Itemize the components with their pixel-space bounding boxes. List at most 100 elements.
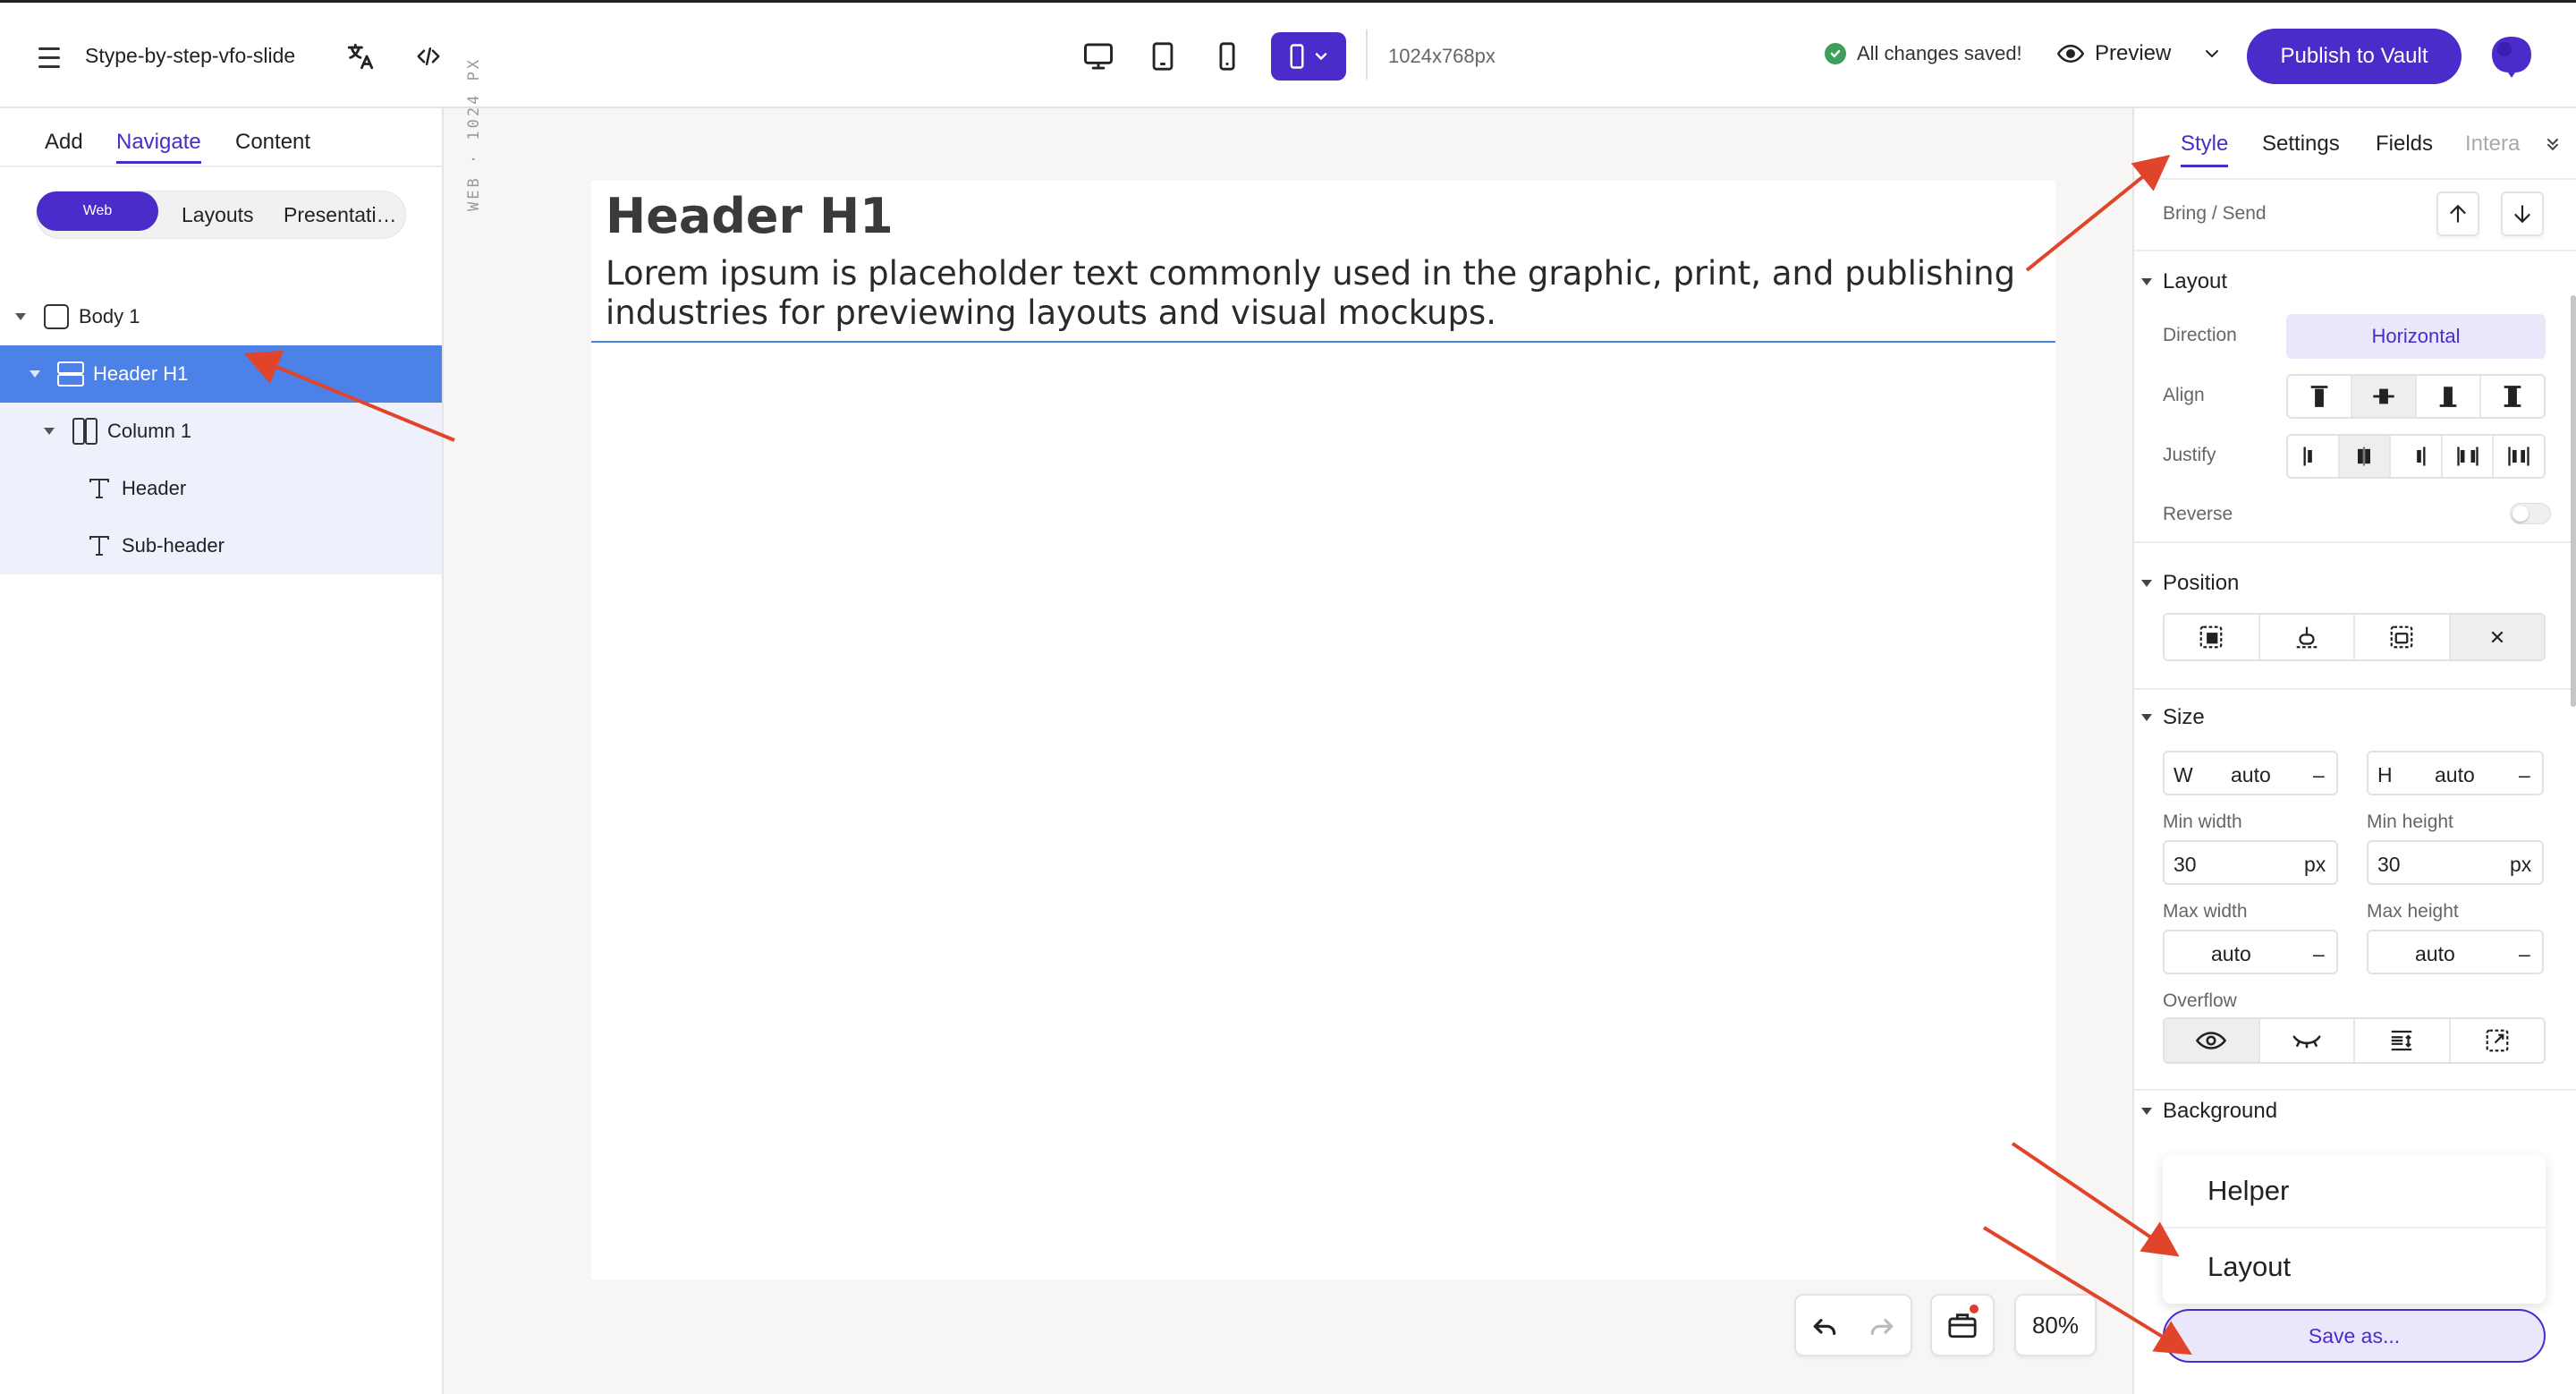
min-width-field[interactable]: 30 px: [2163, 840, 2338, 885]
max-height-unit-dropdown[interactable]: –: [2519, 942, 2530, 966]
translate-icon[interactable]: [340, 36, 381, 77]
send-backward-button[interactable]: [2501, 191, 2544, 236]
caret-down-icon[interactable]: [30, 370, 40, 378]
tree-item-header[interactable]: Header: [0, 460, 442, 517]
max-width-unit-dropdown[interactable]: –: [2313, 942, 2325, 966]
position-relative-icon[interactable]: [2260, 615, 2355, 659]
tree-item-body[interactable]: Body 1: [0, 288, 442, 345]
artboard-size-label: WEB · 1024 PX: [465, 56, 483, 211]
overflow-buttons: [2163, 1017, 2546, 1064]
layout-section-header[interactable]: Layout: [2163, 269, 2227, 294]
align-stretch-icon[interactable]: [2481, 376, 2544, 417]
justify-around-icon[interactable]: [2494, 436, 2544, 477]
align-top-icon[interactable]: [2288, 376, 2352, 417]
zoom-control[interactable]: 80%: [2014, 1294, 2097, 1356]
width-unit-dropdown[interactable]: –: [2313, 763, 2325, 787]
position-buttons: [2163, 613, 2546, 661]
briefcase-icon: [1948, 1313, 1977, 1339]
preview-button[interactable]: Preview: [2057, 40, 2223, 67]
max-height-field[interactable]: auto –: [2367, 930, 2544, 974]
min-width-value: 30: [2174, 853, 2197, 876]
align-center-icon[interactable]: [2352, 376, 2417, 417]
tab-interactions[interactable]: Intera: [2465, 132, 2520, 157]
height-unit-dropdown[interactable]: –: [2519, 763, 2530, 787]
mobile-view-icon[interactable]: [1203, 32, 1251, 81]
justify-start-icon[interactable]: [2288, 436, 2340, 477]
min-height-label: Min height: [2367, 812, 2453, 832]
background-section-header[interactable]: Background: [2163, 1099, 2277, 1124]
arrow-up-icon: [2450, 204, 2466, 223]
align-bottom-icon[interactable]: [2417, 376, 2481, 417]
mode-switcher: Web Layouts Presentati…: [36, 191, 406, 239]
artboard[interactable]: Header H1 Lorem ipsum is placeholder tex…: [591, 181, 2055, 1279]
top-bar: Stype-by-step-vfo-slide 1024x768px All c…: [0, 0, 2576, 108]
caret-down-icon[interactable]: [15, 313, 26, 320]
menu-item-layout[interactable]: Layout: [2163, 1230, 2546, 1304]
position-absolute-icon[interactable]: [2355, 615, 2451, 659]
justify-center-icon[interactable]: [2339, 436, 2392, 477]
code-icon[interactable]: [408, 36, 449, 77]
redo-icon[interactable]: [1868, 1311, 1896, 1339]
header-h1-block[interactable]: Header H1 Lorem ipsum is placeholder tex…: [591, 181, 2055, 343]
height-field[interactable]: H auto –: [2367, 751, 2544, 795]
overflow-hidden-eye-closed-icon[interactable]: [2260, 1019, 2355, 1062]
justify-label: Justify: [2163, 445, 2216, 465]
overflow-auto-icon[interactable]: [2451, 1019, 2545, 1062]
max-height-value: auto: [2415, 942, 2455, 965]
mode-layouts[interactable]: Layouts: [182, 203, 254, 227]
user-avatar[interactable]: [2485, 30, 2538, 83]
assets-button[interactable]: [1930, 1294, 1995, 1356]
desktop-view-icon[interactable]: [1074, 32, 1123, 81]
eye-icon: [2057, 44, 2084, 64]
publish-button[interactable]: Publish to Vault: [2247, 29, 2462, 84]
tree-item-sub-header[interactable]: Sub-header: [0, 517, 442, 574]
undo-icon[interactable]: [1810, 1311, 1839, 1339]
right-panel-scrollbar[interactable]: [2571, 295, 2576, 707]
menu-item-helper[interactable]: Helper: [2163, 1155, 2546, 1228]
tab-navigate[interactable]: Navigate: [116, 130, 201, 164]
tablet-view-icon[interactable]: [1139, 32, 1187, 81]
square-icon: [44, 304, 69, 329]
tab-content[interactable]: Content: [235, 130, 310, 155]
document-title[interactable]: Stype-by-step-vfo-slide: [85, 44, 295, 68]
min-height-field[interactable]: 30 px: [2367, 840, 2544, 885]
tree-item-header-h1[interactable]: Header H1: [0, 345, 442, 403]
layout-section-title: Layout: [2163, 269, 2228, 293]
height-label: H: [2377, 763, 2393, 786]
caret-down-icon[interactable]: [44, 428, 55, 435]
divider: [2134, 250, 2576, 251]
reverse-toggle[interactable]: [2510, 503, 2551, 524]
mode-web[interactable]: Web: [37, 191, 158, 231]
save-as-button[interactable]: Save as...: [2163, 1309, 2546, 1363]
max-width-field[interactable]: auto –: [2163, 930, 2338, 974]
align-buttons: [2286, 374, 2546, 419]
width-value: auto: [2231, 763, 2271, 786]
tab-fields[interactable]: Fields: [2376, 132, 2433, 157]
chevrons-down-icon[interactable]: [2544, 135, 2562, 153]
position-static-icon[interactable]: [2165, 615, 2260, 659]
min-height-unit[interactable]: px: [2510, 853, 2531, 877]
mode-presentations[interactable]: Presentati…: [284, 203, 397, 227]
position-none-icon[interactable]: [2450, 615, 2544, 659]
canvas-heading[interactable]: Header H1: [606, 188, 894, 244]
rows-icon: [57, 361, 84, 387]
min-width-unit[interactable]: px: [2304, 853, 2326, 877]
tab-add[interactable]: Add: [45, 130, 83, 155]
direction-value[interactable]: Horizontal: [2286, 314, 2546, 359]
hamburger-menu-icon[interactable]: [29, 37, 70, 78]
overflow-scroll-icon[interactable]: [2355, 1019, 2451, 1062]
width-field[interactable]: W auto –: [2163, 751, 2338, 795]
justify-between-icon[interactable]: [2443, 436, 2495, 477]
divider: [1366, 30, 1368, 80]
tab-style[interactable]: Style: [2181, 132, 2229, 167]
tree-item-column[interactable]: Column 1: [0, 403, 442, 460]
position-section-header[interactable]: Position: [2163, 571, 2239, 596]
overflow-visible-eye-icon[interactable]: [2165, 1019, 2260, 1062]
canvas-paragraph[interactable]: Lorem ipsum is placeholder text commonly…: [606, 254, 2037, 333]
right-panel: Style Settings Fields Intera Bring / Sen…: [2132, 108, 2576, 1394]
custom-device-dropdown[interactable]: [1271, 32, 1346, 81]
size-section-header[interactable]: Size: [2163, 705, 2205, 730]
bring-forward-button[interactable]: [2436, 191, 2479, 236]
justify-end-icon[interactable]: [2391, 436, 2443, 477]
tab-settings[interactable]: Settings: [2262, 132, 2340, 157]
